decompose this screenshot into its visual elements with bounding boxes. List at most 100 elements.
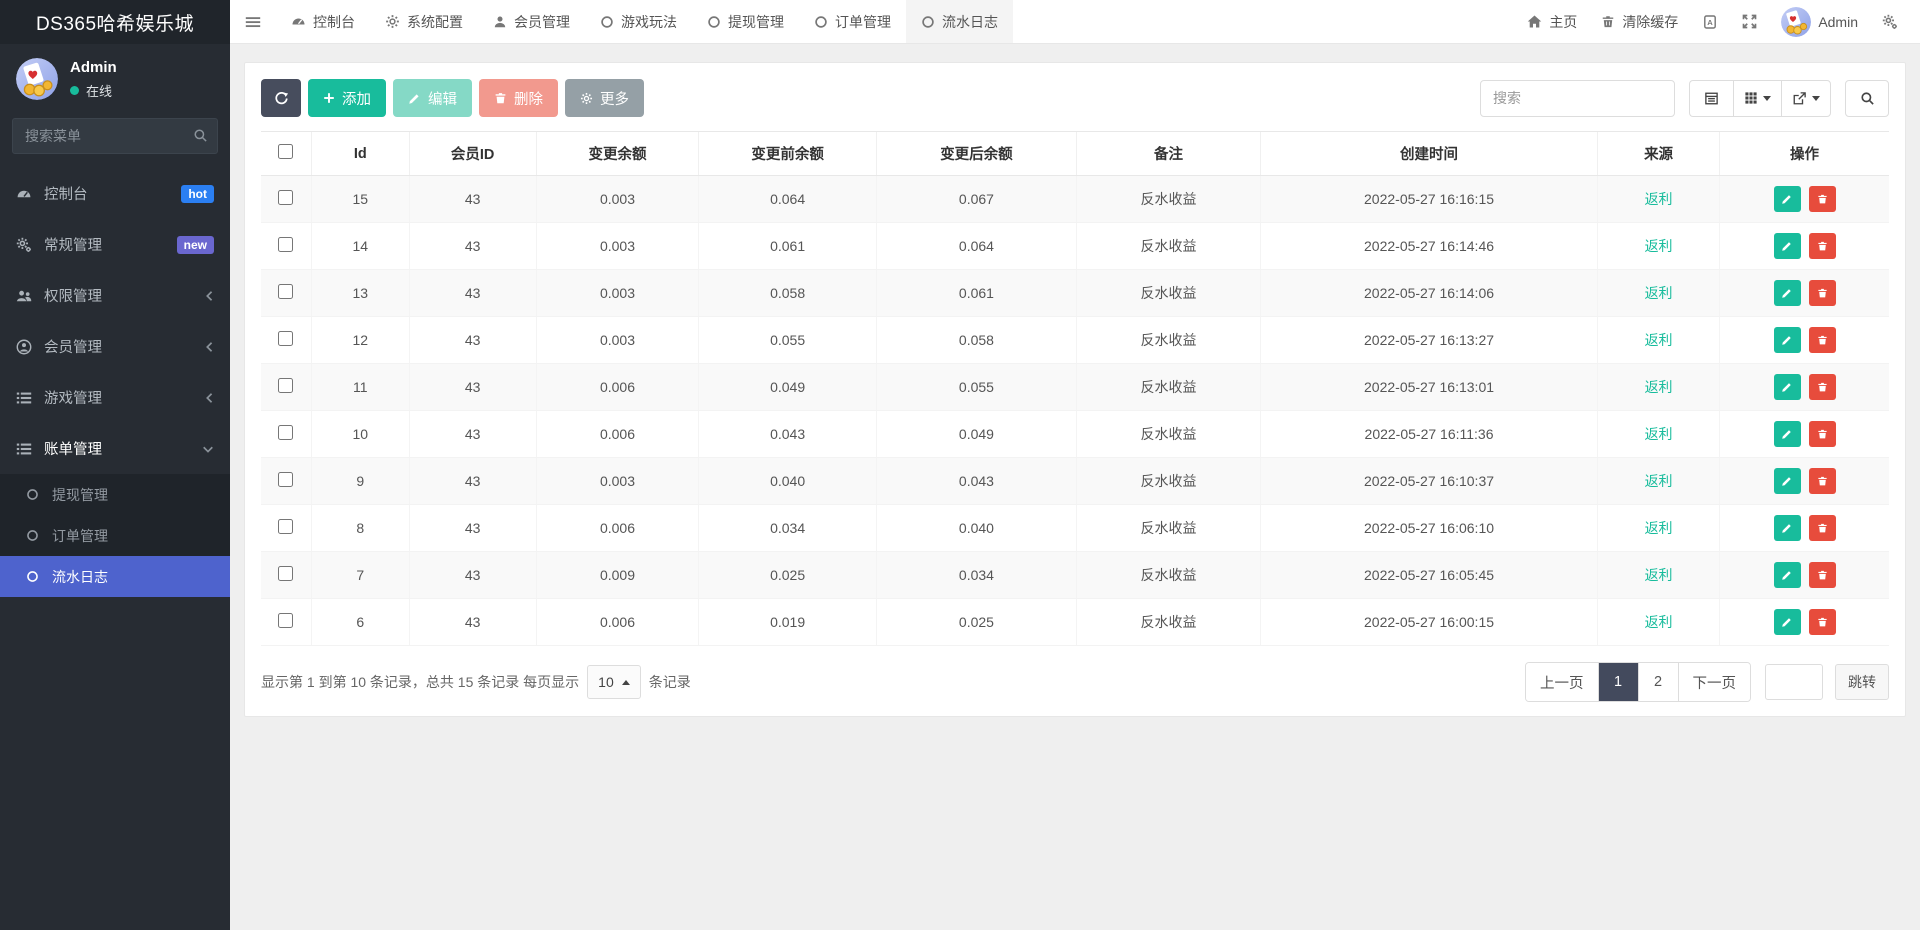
submenu-item-orders[interactable]: 订单管理 (0, 515, 230, 556)
row-delete-button[interactable] (1809, 186, 1836, 212)
next-page-button[interactable]: 下一页 (1678, 663, 1751, 701)
row-checkbox[interactable] (278, 284, 293, 299)
row-edit-button[interactable] (1774, 609, 1801, 635)
cell-change: 0.003 (536, 317, 699, 364)
row-edit-button[interactable] (1774, 374, 1801, 400)
row-edit-button[interactable] (1774, 562, 1801, 588)
tab-orders[interactable]: 订单管理 (799, 0, 906, 43)
cell-before: 0.061 (699, 223, 876, 270)
sidebar-item-games[interactable]: 游戏管理 (0, 372, 230, 423)
select-all-checkbox[interactable] (278, 144, 293, 159)
page-button-2[interactable]: 2 (1638, 663, 1678, 701)
source-link[interactable]: 返利 (1645, 191, 1673, 207)
tab-withdraw[interactable]: 提现管理 (692, 0, 799, 43)
more-button[interactable]: 更多 (565, 79, 644, 117)
row-delete-button[interactable] (1809, 562, 1836, 588)
row-checkbox[interactable] (278, 237, 293, 252)
list-icon (16, 441, 33, 457)
cell-before: 0.055 (699, 317, 876, 364)
source-link[interactable]: 返利 (1645, 426, 1673, 442)
view-button-group (1689, 80, 1831, 117)
sidebar-search-input[interactable] (12, 118, 218, 154)
row-checkbox[interactable] (278, 566, 293, 581)
sidebar-item-dashboard[interactable]: 控制台 hot (0, 168, 230, 219)
row-checkbox[interactable] (278, 425, 293, 440)
table-row: 10 43 0.006 0.043 0.049 反水收益 2022-05-27 … (261, 411, 1889, 458)
submenu-item-withdraw[interactable]: 提现管理 (0, 474, 230, 515)
row-edit-button[interactable] (1774, 327, 1801, 353)
row-delete-button[interactable] (1809, 515, 1836, 541)
detail-view-button[interactable] (1689, 80, 1733, 117)
caret-down-icon (1812, 96, 1820, 101)
sidebar: DS365哈希娱乐城 Admin 在线 (0, 0, 230, 930)
export-button[interactable] (1781, 80, 1831, 117)
row-edit-button[interactable] (1774, 468, 1801, 494)
source-link[interactable]: 返利 (1645, 567, 1673, 583)
source-link[interactable]: 返利 (1645, 379, 1673, 395)
cell-change: 0.003 (536, 223, 699, 270)
sidebar-item-billing[interactable]: 账单管理 (0, 423, 230, 474)
trash-icon (494, 91, 507, 105)
cell-after: 0.055 (876, 364, 1076, 411)
row-delete-button[interactable] (1809, 421, 1836, 447)
source-link[interactable]: 返利 (1645, 520, 1673, 536)
jump-button[interactable]: 跳转 (1835, 664, 1889, 700)
table-search-input[interactable] (1480, 80, 1675, 117)
row-delete-button[interactable] (1809, 374, 1836, 400)
page-size-select[interactable]: 10 (587, 665, 641, 699)
row-delete-button[interactable] (1809, 468, 1836, 494)
add-button[interactable]: 添加 (308, 79, 386, 117)
row-checkbox[interactable] (278, 190, 293, 205)
flow-log-table: Id 会员ID 变更余额 变更前余额 变更后余额 备注 创建时间 来源 操作 (261, 131, 1889, 646)
tab-members[interactable]: 会员管理 (478, 0, 585, 43)
tab-game-play[interactable]: 游戏玩法 (585, 0, 692, 43)
settings-button[interactable] (1870, 0, 1910, 43)
sidebar-item-members[interactable]: 会员管理 (0, 321, 230, 372)
refresh-button[interactable] (261, 79, 301, 117)
sidebar-menu: 控制台 hot 常规管理 new 权限管理 (0, 168, 230, 474)
user-icon (493, 15, 507, 29)
fullscreen-button[interactable] (1730, 0, 1769, 43)
cell-id: 13 (311, 270, 409, 317)
admin-dropdown[interactable]: Admin (1769, 0, 1870, 43)
row-checkbox[interactable] (278, 378, 293, 393)
row-checkbox[interactable] (278, 331, 293, 346)
source-link[interactable]: 返利 (1645, 238, 1673, 254)
sidebar-toggle-button[interactable] (230, 0, 276, 43)
delete-button[interactable]: 删除 (479, 79, 558, 117)
source-link[interactable]: 返利 (1645, 332, 1673, 348)
row-edit-button[interactable] (1774, 186, 1801, 212)
row-delete-button[interactable] (1809, 609, 1836, 635)
source-link[interactable]: 返利 (1645, 614, 1673, 630)
source-link[interactable]: 返利 (1645, 473, 1673, 489)
row-edit-button[interactable] (1774, 421, 1801, 447)
row-checkbox[interactable] (278, 519, 293, 534)
row-checkbox[interactable] (278, 472, 293, 487)
row-edit-button[interactable] (1774, 280, 1801, 306)
row-checkbox[interactable] (278, 613, 293, 628)
avatar[interactable] (16, 58, 58, 100)
row-edit-button[interactable] (1774, 233, 1801, 259)
sidebar-item-general[interactable]: 常规管理 new (0, 219, 230, 270)
search-submit-button[interactable] (1845, 80, 1889, 117)
col-after: 变更后余额 (876, 132, 1076, 176)
columns-button[interactable] (1733, 80, 1781, 117)
language-button[interactable]: A (1690, 0, 1730, 43)
tab-dashboard[interactable]: 控制台 (276, 0, 370, 43)
edit-button[interactable]: 编辑 (393, 79, 472, 117)
tab-flow-log[interactable]: 流水日志 (906, 0, 1013, 43)
row-delete-button[interactable] (1809, 280, 1836, 306)
page-button-1[interactable]: 1 (1598, 663, 1638, 701)
row-edit-button[interactable] (1774, 515, 1801, 541)
submenu-item-flow-log[interactable]: 流水日志 (0, 556, 230, 597)
tab-system-config[interactable]: 系统配置 (370, 0, 478, 43)
source-link[interactable]: 返利 (1645, 285, 1673, 301)
row-delete-button[interactable] (1809, 327, 1836, 353)
row-delete-button[interactable] (1809, 233, 1836, 259)
prev-page-button[interactable]: 上一页 (1526, 663, 1598, 701)
home-button[interactable]: 主页 (1515, 0, 1589, 43)
cell-id: 14 (311, 223, 409, 270)
sidebar-item-permissions[interactable]: 权限管理 (0, 270, 230, 321)
jump-page-input[interactable] (1765, 664, 1823, 700)
clear-cache-button[interactable]: 清除缓存 (1589, 0, 1690, 43)
